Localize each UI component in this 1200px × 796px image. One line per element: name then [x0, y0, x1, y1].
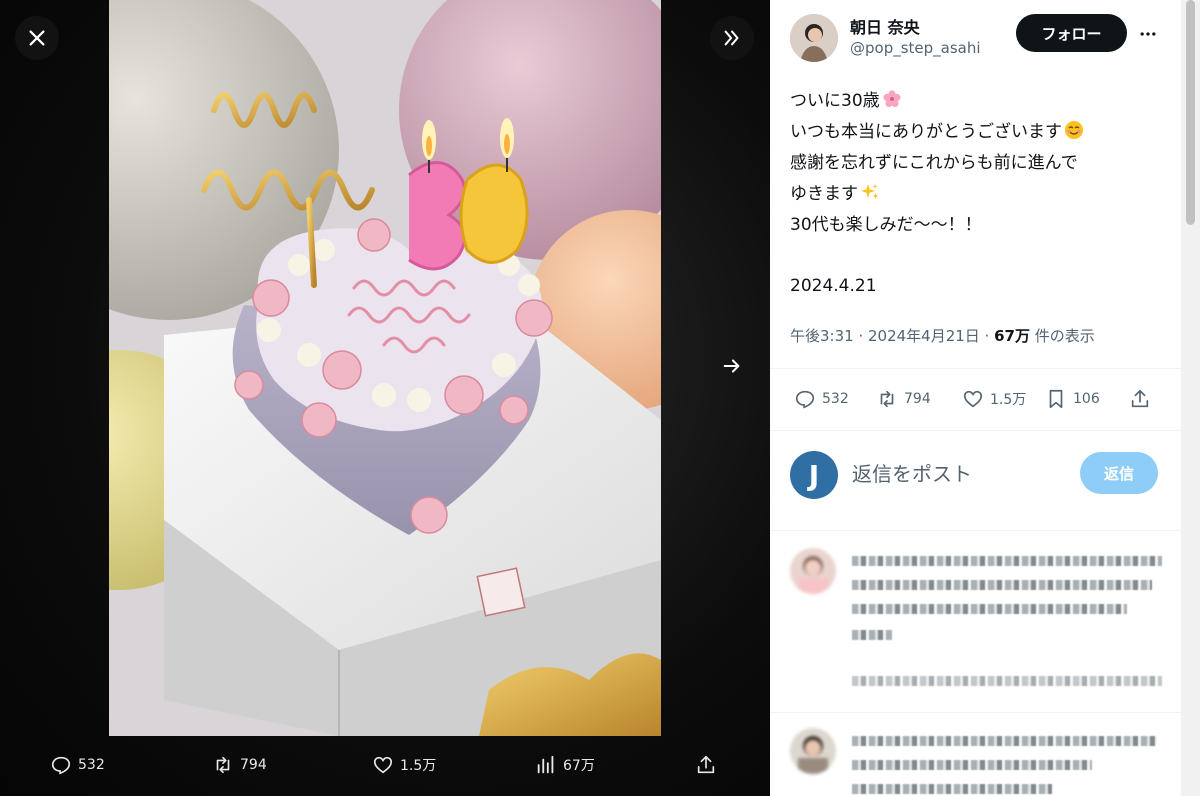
share-icon	[1131, 389, 1149, 408]
retweet-icon	[880, 390, 894, 408]
close-button[interactable]	[15, 16, 59, 60]
retweet-icon	[216, 756, 230, 774]
tweet-meta: 午後3:31 · 2024年4月21日 · 67万 件の表示	[790, 325, 1095, 346]
blurred-text	[852, 580, 1152, 590]
tweet-line-2: いつも本当にありがとうございます	[790, 122, 1062, 142]
blurred-text	[852, 736, 1157, 746]
more-icon	[1140, 32, 1156, 36]
share-icon	[697, 755, 715, 774]
reply-item[interactable]	[790, 548, 1170, 708]
blurred-text	[852, 784, 1052, 794]
next-image-button[interactable]	[716, 350, 748, 382]
bookmark-button[interactable]: 106	[1045, 388, 1100, 410]
tweet-view-count: 67万	[994, 327, 1030, 345]
media-retweet-count: 794	[240, 757, 267, 773]
birthday-cake-image	[109, 0, 661, 736]
close-icon	[29, 30, 45, 46]
tweet-body-date: 2024.4.21	[790, 276, 877, 296]
divider	[770, 530, 1181, 531]
heart-icon	[963, 390, 983, 408]
reply-icon	[51, 756, 71, 775]
blurred-text	[852, 630, 892, 640]
reply-item[interactable]	[790, 728, 1170, 796]
scrollbar-thumb[interactable]	[1186, 0, 1195, 225]
media-retweet-button[interactable]: 794	[212, 754, 267, 776]
reply-icon	[795, 390, 815, 409]
retweet-count: 794	[904, 391, 931, 407]
divider	[770, 368, 1181, 369]
tweet-text: ついに30歳 いつも本当にありがとうございます 感謝を忘れずにこれからも前に進ん…	[790, 86, 1170, 241]
blurred-text	[852, 556, 1162, 566]
bar-chart-icon	[537, 755, 554, 774]
cherry-blossom-icon	[883, 90, 901, 108]
share-button[interactable]	[1129, 388, 1151, 410]
media-action-bar: 532 794 1.5万 67万	[0, 742, 770, 792]
tweet-view-label: 件の表示	[1029, 327, 1095, 345]
divider	[770, 430, 1181, 431]
media-reply-count: 532	[78, 757, 105, 773]
blurred-text	[852, 760, 1092, 770]
media-like-button[interactable]: 1.5万	[372, 754, 436, 776]
reply-button[interactable]: 532	[794, 388, 849, 410]
tweet-line-3: 感謝を忘れずにこれからも前に進んで	[790, 153, 1078, 173]
tweet-action-bar: 532 794 1.5万 106	[790, 384, 1170, 416]
bookmark-icon	[1049, 389, 1063, 409]
blurred-action-bar	[852, 676, 1162, 686]
more-options-button[interactable]	[1136, 22, 1160, 46]
tweet-line-5: 30代も楽しみだ〜〜！！	[790, 215, 982, 235]
tweet-photo[interactable]	[109, 0, 661, 736]
tweet-line-4: ゆきます	[790, 184, 858, 204]
double-chevron-right-icon	[724, 30, 739, 46]
like-count: 1.5万	[990, 392, 1027, 408]
tweet-timestamp[interactable]: 午後3:31 · 2024年4月21日 ·	[790, 327, 994, 345]
retweet-button[interactable]: 794	[876, 388, 931, 410]
smiling-face-icon	[1065, 121, 1083, 139]
reply-submit-button[interactable]: 返信	[1080, 452, 1158, 494]
tweet-author: 朝日 奈央 @pop_step_asahi	[790, 14, 981, 62]
follow-button[interactable]: フォロー	[1016, 14, 1127, 52]
expand-panel-button[interactable]	[710, 16, 754, 60]
heart-icon	[373, 756, 393, 774]
media-reply-button[interactable]: 532	[50, 754, 105, 776]
reply-avatar[interactable]	[790, 728, 836, 774]
media-view-count: 67万	[563, 758, 595, 774]
tweet-line-1: ついに30歳	[790, 91, 880, 111]
author-handle[interactable]: @pop_step_asahi	[850, 38, 981, 58]
current-user-avatar[interactable]: J	[790, 451, 838, 499]
scrollbar[interactable]	[1181, 0, 1200, 796]
reply-avatar[interactable]	[790, 548, 836, 594]
sparkles-icon	[861, 184, 879, 199]
reply-count: 532	[822, 391, 849, 407]
reply-input[interactable]: 返信をポスト	[852, 458, 972, 487]
bookmark-count: 106	[1073, 391, 1100, 407]
author-display-name[interactable]: 朝日 奈央	[850, 18, 981, 38]
media-share-button[interactable]	[695, 754, 717, 776]
media-like-count: 1.5万	[400, 758, 437, 774]
media-views-button[interactable]: 67万	[535, 754, 595, 776]
media-viewer: 532 794 1.5万 67万	[0, 0, 770, 796]
author-avatar[interactable]	[790, 14, 838, 62]
like-button[interactable]: 1.5万	[962, 388, 1026, 410]
blurred-text	[852, 604, 1127, 614]
author-avatar-image	[790, 14, 838, 62]
tweet-detail-panel: 朝日 奈央 @pop_step_asahi フォロー ついに30歳 いつも本当に…	[770, 0, 1200, 796]
divider	[770, 712, 1181, 713]
reply-composer: J 返信をポスト 返信	[790, 448, 1180, 499]
arrow-right-icon	[723, 359, 740, 373]
